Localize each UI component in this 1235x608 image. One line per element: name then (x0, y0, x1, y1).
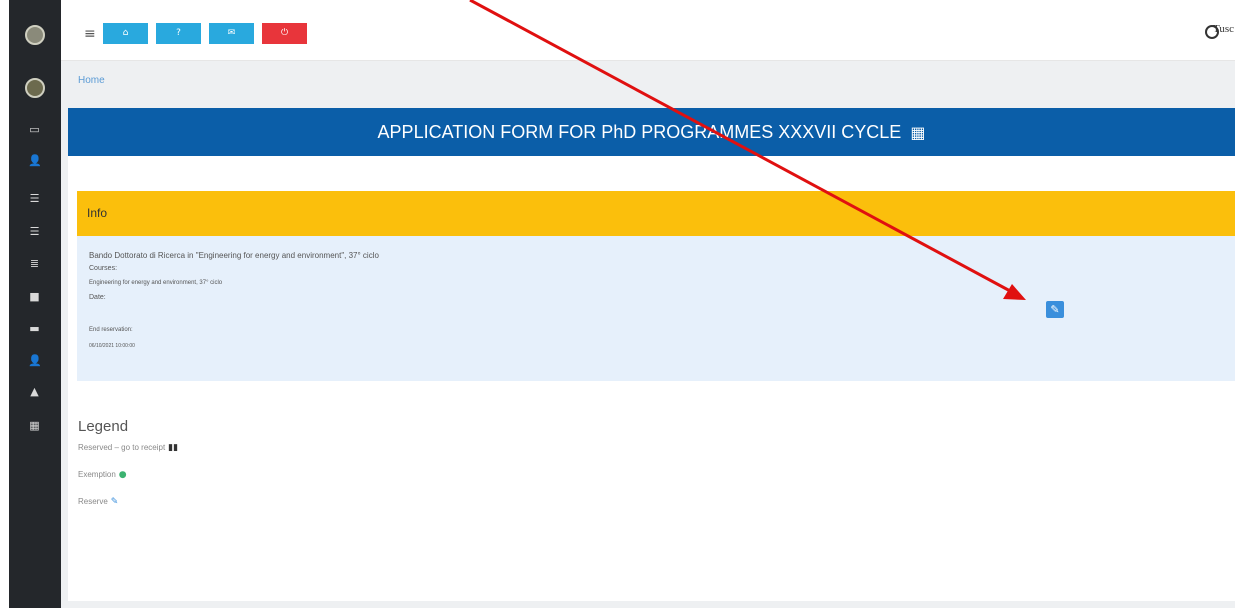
question-icon: ? (176, 28, 181, 38)
logout-icon: ⏻ (280, 28, 289, 38)
university-logo: Tusc (1205, 23, 1235, 45)
course-name: Engineering for energy and environment, … (89, 280, 223, 286)
legend-reserve: Reserve ✎ (78, 497, 119, 507)
list-icon[interactable]: ☰ (28, 193, 41, 204)
help-button[interactable]: ? (156, 23, 201, 44)
home-icon: ⌂ (122, 28, 129, 38)
end-reservation-label: End reservation: (89, 327, 133, 333)
top-navbar: ≡ ⌂ ? ✉ ⏻ Tusc (61, 10, 1235, 61)
page-title: APPLICATION FORM FOR PhD PROGRAMMES XXXV… (377, 122, 902, 142)
list-icon[interactable]: ☰ (28, 226, 41, 237)
receipt-icon: ▮▮ (168, 443, 179, 453)
page-title-bar: APPLICATION FORM FOR PhD PROGRAMMES XXXV… (68, 108, 1235, 156)
building-icon[interactable]: ■ (28, 291, 41, 302)
mail-button[interactable]: ✉ (209, 23, 254, 44)
edit-icon: ✎ (110, 497, 119, 507)
mail-icon: ✉ (227, 28, 236, 38)
logout-button[interactable]: ⏻ (262, 23, 307, 44)
user-avatar[interactable] (25, 78, 45, 98)
reserve-edit-icon[interactable]: ✎ (1046, 301, 1064, 318)
main-content: Home APPLICATION FORM FOR PhD PROGRAMMES… (61, 61, 1235, 608)
exemption-icon: ● (118, 470, 127, 480)
sidebar: ▭ 👤 ☰ ☰ ≣ ■ ▬ 👤 ▲ ▦ (9, 0, 61, 608)
bell-icon[interactable]: ▲ (28, 386, 41, 397)
info-box: Info Bando Dottorato di Ricerca in "Engi… (77, 191, 1235, 381)
legend-reserved: Reserved – go to receipt ▮▮ (78, 443, 179, 453)
card-icon[interactable]: ▭ (28, 124, 41, 135)
seal-icon (1205, 25, 1219, 39)
info-header: Info (77, 191, 1235, 236)
date-label: Date: (89, 294, 106, 301)
courses-label: Courses: (89, 265, 118, 272)
menu-toggle-icon[interactable]: ≡ (84, 26, 96, 42)
end-reservation-value: 06/10/2021 10:00:00 (89, 343, 135, 349)
calendar-icon[interactable]: ▦ (28, 420, 41, 431)
monitor-icon[interactable]: ▬ (28, 323, 41, 334)
legend-title: Legend (78, 418, 129, 435)
logo-avatar[interactable] (25, 25, 45, 45)
breadcrumb-home[interactable]: Home (78, 75, 105, 86)
user-icon[interactable]: 👤 (28, 155, 42, 166)
user-settings-icon[interactable]: 👤 (28, 355, 42, 366)
stack-icon[interactable]: ≣ (28, 258, 41, 269)
calendar-icon: ▦ (910, 123, 926, 142)
call-title: Bando Dottorato di Ricerca in "Engineeri… (89, 251, 379, 260)
legend-exemption: Exemption ● (78, 470, 127, 480)
form-panel: Info Bando Dottorato di Ricerca in "Engi… (68, 156, 1235, 601)
home-button[interactable]: ⌂ (103, 23, 148, 44)
